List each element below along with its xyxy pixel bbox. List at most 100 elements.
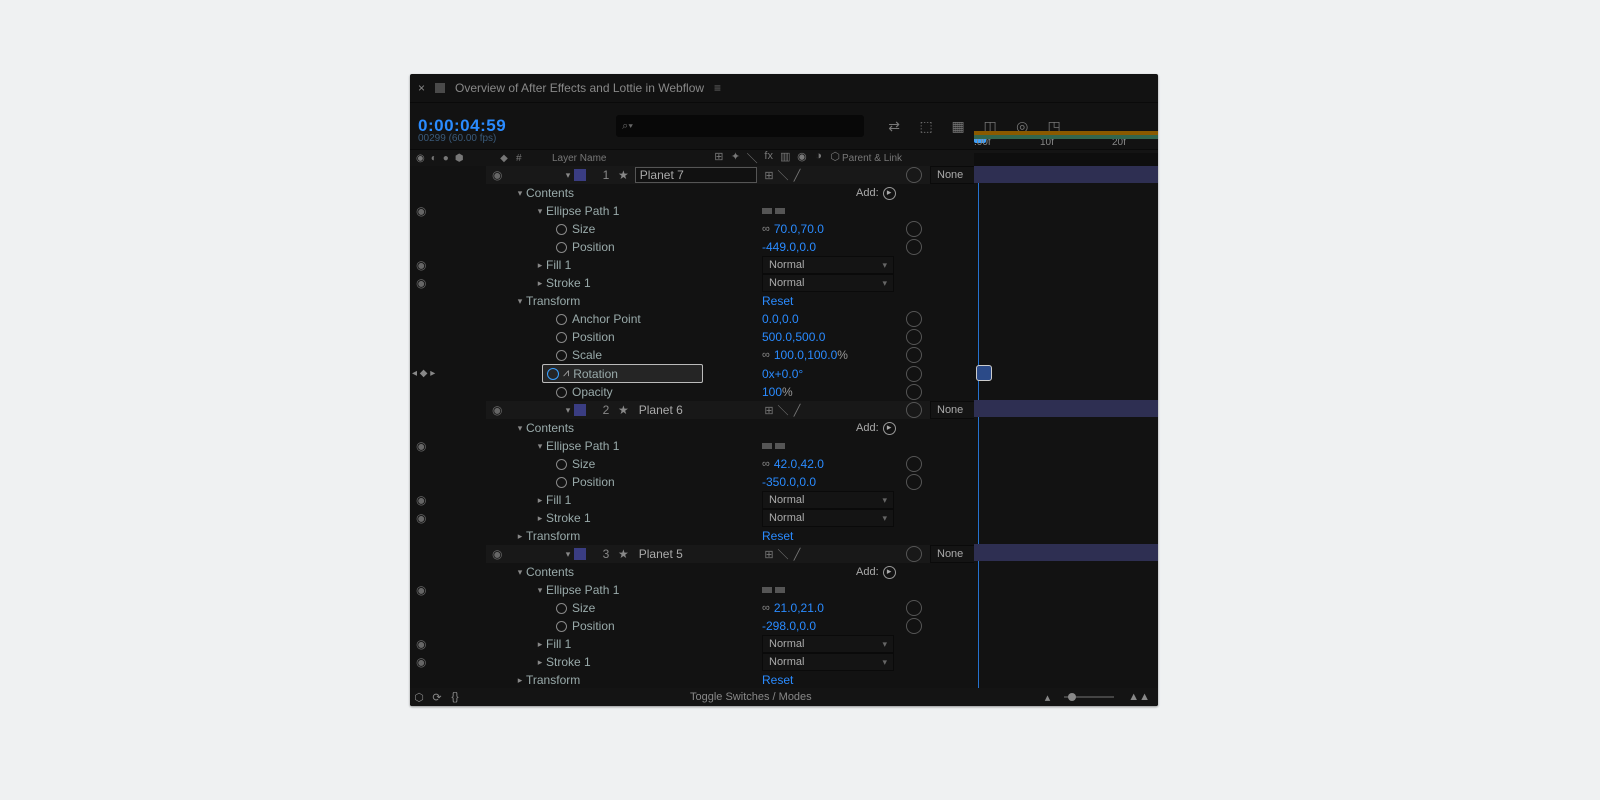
close-icon[interactable]: × bbox=[418, 81, 425, 95]
value-link[interactable]: 0x+0.0° bbox=[762, 367, 803, 381]
expression-pickwhip-icon[interactable] bbox=[906, 239, 922, 255]
stopwatch-icon[interactable] bbox=[554, 312, 568, 326]
reset-link[interactable]: Reset bbox=[762, 294, 793, 308]
twirl-icon[interactable]: ▾ bbox=[514, 188, 526, 199]
value-link[interactable]: 70.0,70.0 bbox=[774, 222, 824, 236]
transform-group[interactable]: ▾Transform Reset bbox=[486, 292, 974, 310]
stopwatch-icon[interactable] bbox=[554, 348, 568, 362]
value-link[interactable]: 100.0,100.0 bbox=[774, 348, 837, 362]
expression-pickwhip-icon[interactable] bbox=[906, 456, 922, 472]
switch-icon[interactable]: ⊞ bbox=[762, 169, 776, 182]
value-link[interactable]: 100 bbox=[762, 385, 782, 399]
graph-icon[interactable]: ⩘ bbox=[563, 367, 569, 380]
layer-duration-bar[interactable] bbox=[974, 544, 1158, 561]
expression-pickwhip-icon[interactable] bbox=[906, 618, 922, 634]
stopwatch-icon[interactable] bbox=[554, 222, 568, 236]
layer-name[interactable]: Planet 6 bbox=[635, 403, 755, 417]
tab-menu-icon[interactable]: ≡ bbox=[714, 81, 721, 95]
switch-icon[interactable]: ╱ bbox=[790, 169, 804, 182]
keyframe-marker[interactable] bbox=[976, 365, 992, 381]
zoom-in-icon[interactable]: ▲▲ bbox=[1128, 691, 1150, 703]
fill-group[interactable]: ◉▸Fill 1 Normal▾ bbox=[486, 635, 974, 653]
contents-group[interactable]: ▾Contents Add:▸ bbox=[486, 563, 974, 581]
stroke-group[interactable]: ◉▸Stroke 1 Normal▾ bbox=[486, 274, 974, 292]
stopwatch-icon[interactable] bbox=[554, 457, 568, 471]
layer-row[interactable]: ◉ ▾ 1 ★ Planet 7 ⊞＼╱ None▾ bbox=[486, 166, 974, 184]
toggle-switches-button[interactable]: Toggle Switches / Modes bbox=[690, 691, 812, 703]
contents-group[interactable]: ▾ Contents Add:▸ bbox=[486, 184, 974, 202]
layer-label-swatch[interactable] bbox=[574, 169, 586, 181]
expression-pickwhip-icon[interactable] bbox=[906, 329, 922, 345]
stopwatch-icon[interactable] bbox=[554, 330, 568, 344]
comp-flow-icon[interactable]: ⇄ bbox=[882, 114, 906, 138]
expression-pickwhip-icon[interactable] bbox=[906, 474, 922, 490]
expression-pickwhip-icon[interactable] bbox=[906, 347, 922, 363]
blend-mode-dropdown[interactable]: Normal▾ bbox=[762, 653, 894, 671]
value-link[interactable]: 21.0,21.0 bbox=[774, 601, 824, 615]
value-link[interactable]: -298.0,0.0 bbox=[762, 619, 816, 633]
value-link[interactable]: -350.0,0.0 bbox=[762, 475, 816, 489]
footer-icon[interactable]: {} bbox=[446, 691, 464, 703]
zoom-out-icon[interactable]: ▴ bbox=[1045, 691, 1051, 704]
layer-name-input[interactable]: Planet 7 bbox=[635, 167, 757, 183]
expression-pickwhip-icon[interactable] bbox=[906, 311, 922, 327]
blend-mode-dropdown[interactable]: Normal▾ bbox=[762, 491, 894, 509]
ellipse-path-group[interactable]: ◉ ▾Ellipse Path 1 bbox=[486, 202, 974, 220]
transform-group[interactable]: ▸Transform Reset bbox=[486, 671, 974, 689]
stopwatch-icon[interactable] bbox=[554, 601, 568, 615]
fill-group[interactable]: ◉▸Fill 1 Normal▾ bbox=[486, 256, 974, 274]
add-shape-button[interactable]: Add:▸ bbox=[856, 187, 896, 200]
draft3d-icon[interactable]: ⬚ bbox=[914, 114, 938, 138]
ellipse-path-group[interactable]: ◉▾Ellipse Path 1 bbox=[486, 437, 974, 455]
selected-property-box[interactable]: ⩘ Rotation bbox=[542, 364, 703, 383]
zoom-slider[interactable] bbox=[1064, 696, 1114, 698]
visibility-toggle[interactable]: ◉ bbox=[492, 403, 502, 417]
property-rotation[interactable]: ◂ ◆ ▸ ⩘ Rotation 0x+0.0° bbox=[486, 364, 974, 383]
value-link[interactable]: 500.0,500.0 bbox=[762, 330, 825, 344]
stopwatch-icon[interactable] bbox=[554, 385, 568, 399]
shy-icon[interactable]: ▦ bbox=[946, 114, 970, 138]
timeline-track-area[interactable] bbox=[974, 166, 1158, 692]
pickwhip-icon[interactable] bbox=[906, 167, 922, 183]
reset-link[interactable]: Reset bbox=[762, 529, 793, 543]
stopwatch-active-icon[interactable] bbox=[547, 368, 559, 380]
expression-pickwhip-icon[interactable] bbox=[906, 384, 922, 400]
reset-link[interactable]: Reset bbox=[762, 673, 793, 687]
footer-icon[interactable]: ⬡ bbox=[410, 691, 428, 704]
stopwatch-icon[interactable] bbox=[554, 240, 568, 254]
expression-pickwhip-icon[interactable] bbox=[906, 366, 922, 382]
value-link[interactable]: 0.0,0.0 bbox=[762, 312, 799, 326]
footer-icon[interactable]: ⟳ bbox=[428, 691, 446, 704]
layer-duration-bar[interactable] bbox=[974, 166, 1158, 183]
value-link[interactable]: 42.0,42.0 bbox=[774, 457, 824, 471]
blend-mode-dropdown[interactable]: Normal▾ bbox=[762, 635, 894, 653]
constrain-icon[interactable]: ∞ bbox=[762, 223, 770, 235]
stroke-group[interactable]: ◉▸Stroke 1 Normal▾ bbox=[486, 509, 974, 527]
visibility-toggle[interactable]: ◉ bbox=[416, 204, 426, 218]
search-input[interactable]: ⌕▾ bbox=[616, 115, 864, 137]
switch-icon[interactable]: ＼ bbox=[776, 167, 790, 183]
contents-group[interactable]: ▾Contents Add:▸ bbox=[486, 419, 974, 437]
add-shape-button[interactable]: Add:▸ bbox=[856, 566, 896, 579]
blend-mode-dropdown[interactable]: Normal▾ bbox=[762, 256, 894, 274]
keyframe-nav[interactable]: ◂ ◆ ▸ bbox=[412, 368, 435, 379]
stroke-group[interactable]: ◉▸Stroke 1 Normal▾ bbox=[486, 653, 974, 671]
ellipse-path-group[interactable]: ◉▾Ellipse Path 1 bbox=[486, 581, 974, 599]
pickwhip-icon[interactable] bbox=[906, 546, 922, 562]
visibility-toggle[interactable]: ◉ bbox=[492, 547, 502, 561]
visibility-toggle[interactable]: ◉ bbox=[492, 168, 502, 182]
layer-row[interactable]: ◉ ▾ 3 ★ Planet 5 ⊞＼╱ None▾ bbox=[486, 545, 974, 563]
fill-group[interactable]: ◉▸Fill 1 Normal▾ bbox=[486, 491, 974, 509]
twirl-icon[interactable]: ▾ bbox=[562, 170, 574, 181]
value-link[interactable]: -449.0,0.0 bbox=[762, 240, 816, 254]
blend-mode-dropdown[interactable]: Normal▾ bbox=[762, 274, 894, 292]
tab-title[interactable]: Overview of After Effects and Lottie in … bbox=[455, 81, 704, 95]
stopwatch-icon[interactable] bbox=[554, 619, 568, 633]
expression-pickwhip-icon[interactable] bbox=[906, 221, 922, 237]
layer-name[interactable]: Planet 5 bbox=[635, 547, 755, 561]
add-shape-button[interactable]: Add:▸ bbox=[856, 422, 896, 435]
transform-group[interactable]: ▸Transform Reset bbox=[486, 527, 974, 545]
shape-direction-icon[interactable] bbox=[762, 208, 785, 214]
stopwatch-icon[interactable] bbox=[554, 475, 568, 489]
layer-row[interactable]: ◉ ▾ 2 ★ Planet 6 ⊞＼╱ None▾ bbox=[486, 401, 974, 419]
